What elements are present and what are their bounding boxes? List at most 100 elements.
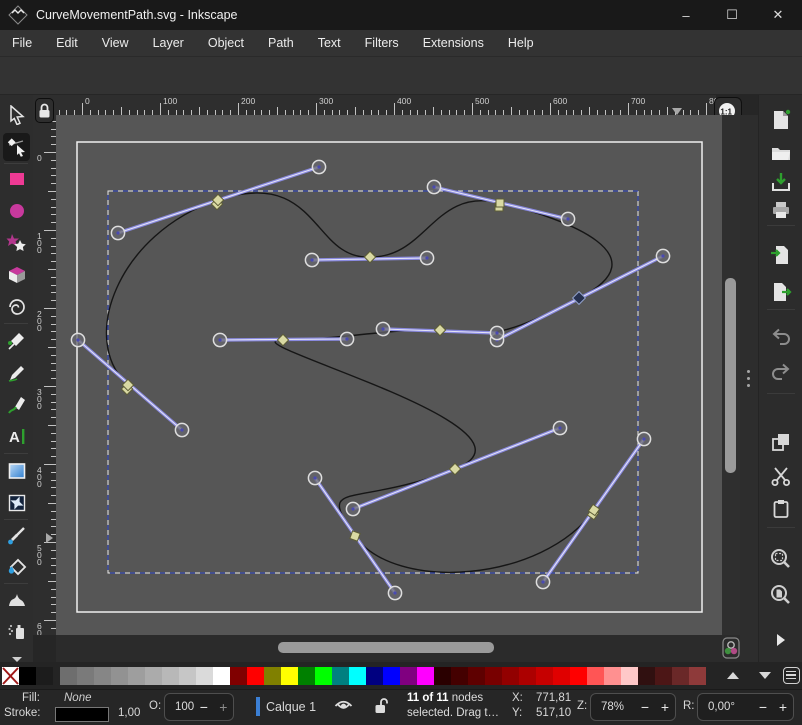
tool-spray[interactable] xyxy=(3,617,30,645)
layer-name[interactable]: Calque 1 xyxy=(266,700,316,714)
zoom-selection-button[interactable] xyxy=(769,547,793,571)
swatch-00ffff[interactable] xyxy=(349,667,366,685)
swatch-808000[interactable] xyxy=(264,667,281,685)
menu-item-help[interactable]: Help xyxy=(496,30,546,57)
path-node-7[interactable] xyxy=(449,463,460,474)
vertical-scrollbar-thumb[interactable] xyxy=(725,278,736,473)
redo-button[interactable] xyxy=(769,360,793,384)
print-button[interactable] xyxy=(769,198,793,222)
swatch-ff00ff[interactable] xyxy=(417,667,434,685)
swatch-ff5555[interactable] xyxy=(587,667,604,685)
rotation-decrease[interactable]: − xyxy=(753,699,773,715)
palette-scroll-up[interactable] xyxy=(722,664,744,686)
zoom-value[interactable]: 78% xyxy=(591,701,635,713)
swatch-000080[interactable] xyxy=(366,667,383,685)
swatch-929292[interactable] xyxy=(111,667,128,685)
zoom-spinner[interactable]: 78% − + xyxy=(590,693,676,721)
swatch-ff0000[interactable] xyxy=(570,667,587,685)
menu-item-filters[interactable]: Filters xyxy=(353,30,411,57)
swatch-dadada[interactable] xyxy=(196,667,213,685)
tool-tweak[interactable] xyxy=(3,585,30,613)
tool-selector[interactable] xyxy=(3,101,30,129)
paste-button[interactable] xyxy=(769,497,793,521)
swatch-000000[interactable] xyxy=(19,667,36,685)
swatch-c60000[interactable] xyxy=(536,667,553,685)
tool-spiral[interactable] xyxy=(3,293,30,321)
path-node-3[interactable] xyxy=(496,199,504,207)
more-commands-button[interactable] xyxy=(769,628,793,652)
swatch-6e6e6e[interactable] xyxy=(60,667,77,685)
swatch-8e3a3a[interactable] xyxy=(689,667,706,685)
stroke-width-value[interactable]: 1,00 xyxy=(118,707,140,719)
zoom-decrease[interactable]: − xyxy=(635,699,655,715)
tool-gradient[interactable] xyxy=(3,457,30,485)
tool-paint-bucket[interactable] xyxy=(3,553,30,581)
swatch-c6c6c6[interactable] xyxy=(179,667,196,685)
new-document-button[interactable] xyxy=(769,108,793,132)
stroke-color-swatch[interactable] xyxy=(55,707,109,722)
palette-menu-button[interactable] xyxy=(780,664,802,686)
vertical-ruler[interactable]: 01 0 02 0 03 0 04 0 05 0 06 0 0 xyxy=(33,115,56,635)
color-management-icon[interactable] xyxy=(722,637,740,659)
swatch-6a2828[interactable] xyxy=(672,667,689,685)
copy-button[interactable] xyxy=(769,430,793,454)
horizontal-ruler[interactable]: 0100200300400500600700800 xyxy=(56,95,716,115)
tool-ellipse[interactable] xyxy=(3,197,30,225)
swatch-4c1616[interactable] xyxy=(655,667,672,685)
rotation-spinner[interactable]: 0,00° − + xyxy=(697,693,794,721)
swatch-ff9090[interactable] xyxy=(604,667,621,685)
layer-visibility-toggle[interactable] xyxy=(334,698,353,714)
swatch-e00000[interactable] xyxy=(553,667,570,685)
cut-button[interactable] xyxy=(769,464,793,488)
swatch-440000[interactable] xyxy=(451,667,468,685)
swatch-9e9e9e[interactable] xyxy=(128,667,145,685)
fill-value[interactable]: None xyxy=(64,692,92,704)
bezier-path[interactable] xyxy=(106,193,612,572)
swatch-ababab[interactable] xyxy=(145,667,162,685)
minimize-button[interactable]: – xyxy=(664,0,708,30)
swatch-none[interactable] xyxy=(2,667,19,685)
path-node-5[interactable] xyxy=(434,324,445,335)
swatch-2a0000[interactable] xyxy=(434,667,451,685)
horizontal-scrollbar-thumb[interactable] xyxy=(278,642,494,653)
zoom-increase[interactable]: + xyxy=(655,699,675,715)
swatch-008080[interactable] xyxy=(332,667,349,685)
swatch-1c1c1c[interactable] xyxy=(36,667,53,685)
swatch-301010[interactable] xyxy=(638,667,655,685)
canvas-svg[interactable] xyxy=(56,115,722,635)
rotation-increase[interactable]: + xyxy=(773,699,793,715)
menu-item-edit[interactable]: Edit xyxy=(44,30,90,57)
canvas[interactable] xyxy=(56,115,722,635)
import-button[interactable] xyxy=(769,243,793,267)
swatch-5e0000[interactable] xyxy=(468,667,485,685)
swatch-7a7a7a[interactable] xyxy=(77,667,94,685)
rotation-value[interactable]: 0,00° xyxy=(698,701,753,713)
menu-item-path[interactable]: Path xyxy=(256,30,306,57)
tool-rectangle[interactable] xyxy=(3,165,30,193)
path-node-2[interactable] xyxy=(364,251,375,262)
save-button[interactable] xyxy=(769,170,793,194)
tool-pencil[interactable] xyxy=(3,359,30,387)
tool-star[interactable] xyxy=(3,229,30,257)
opacity-decrease[interactable]: − xyxy=(194,699,213,715)
open-button[interactable] xyxy=(769,141,793,165)
menu-item-text[interactable]: Text xyxy=(306,30,353,57)
undo-button[interactable] xyxy=(769,325,793,349)
menu-item-object[interactable]: Object xyxy=(196,30,256,57)
swatch-00ff00[interactable] xyxy=(315,667,332,685)
vertical-scrollbar[interactable] xyxy=(722,115,740,635)
export-button[interactable] xyxy=(769,280,793,304)
tool-node-editor[interactable] xyxy=(3,133,30,161)
palette-scroll-down[interactable] xyxy=(754,664,776,686)
tool-pen[interactable] xyxy=(3,327,30,355)
maximize-button[interactable]: ☐ xyxy=(710,0,754,30)
horizontal-scrollbar[interactable] xyxy=(56,635,722,662)
path-node-6[interactable] xyxy=(277,334,288,345)
menu-item-file[interactable]: File xyxy=(0,30,44,57)
tool-text[interactable]: A xyxy=(3,423,30,451)
menu-item-layer[interactable]: Layer xyxy=(141,30,196,57)
tool-calligraphy[interactable] xyxy=(3,391,30,419)
opacity-increase[interactable]: + xyxy=(214,699,233,715)
zoom-drawing-button[interactable] xyxy=(769,583,793,607)
swatch-ac0000[interactable] xyxy=(519,667,536,685)
